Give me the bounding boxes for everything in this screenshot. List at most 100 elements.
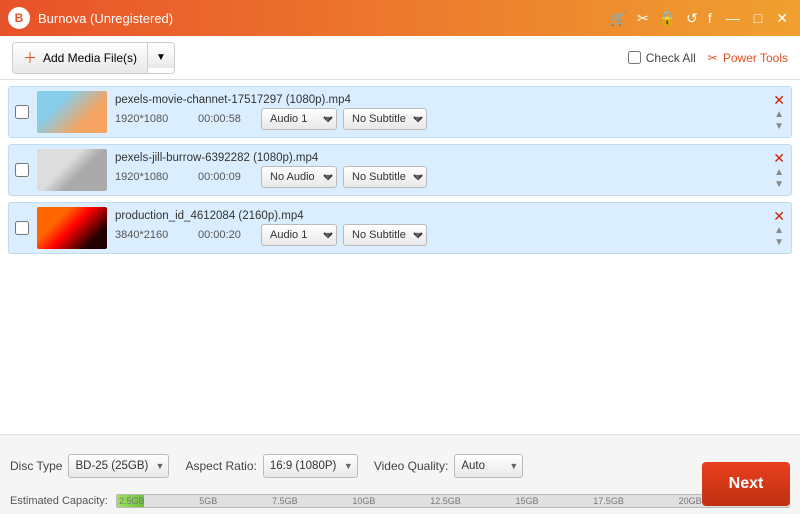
titlebar: B Burnova (Unregistered) 🛒 ✂ 🔒 ↺ f — □ ✕ — [0, 0, 800, 36]
tick-4: 12.5GB — [430, 496, 461, 506]
add-media-button[interactable]: ＋ Add Media File(s) ▼ — [12, 42, 175, 74]
audio-select-2[interactable]: No Audio Audio 1 — [261, 166, 337, 188]
file-actions-3: ✕ ▲ ▼ — [773, 209, 785, 248]
lock-icon[interactable]: 🔒 — [659, 10, 676, 27]
file-duration-3: 00:00:20 — [198, 229, 253, 241]
power-tools-icon: ✂ — [708, 51, 718, 65]
disc-type-select[interactable]: BD-25 (25GB) BD-50 (50GB) — [68, 454, 169, 478]
file-meta-1: 1920*1080 00:00:58 Audio 1 No Audio ▼ — [115, 108, 765, 130]
tick-5: 15GB — [516, 496, 539, 506]
file-thumbnail-2 — [37, 149, 107, 191]
file-name-3: production_id_4612084 (2160p).mp4 — [115, 210, 765, 222]
table-row: pexels-movie-channet-17517297 (1080p).mp… — [8, 86, 792, 138]
file-delete-1[interactable]: ✕ — [773, 93, 785, 107]
file-checkbox-1[interactable] — [15, 105, 29, 119]
subtitle-select-2[interactable]: No Subtitle — [343, 166, 427, 188]
app-logo: B — [8, 7, 30, 29]
file-delete-3[interactable]: ✕ — [773, 209, 785, 223]
file-meta-2: 1920*1080 00:00:09 No Audio Audio 1 ▼ — [115, 166, 765, 188]
tick-2: 7.5GB — [272, 496, 298, 506]
file-info-1: pexels-movie-channet-17517297 (1080p).mp… — [115, 94, 765, 130]
bottom-controls: Disc Type BD-25 (25GB) BD-50 (50GB) ▼ As… — [10, 441, 790, 490]
facebook-icon[interactable]: f — [708, 10, 712, 26]
audio-select-3[interactable]: Audio 1 No Audio — [261, 224, 337, 246]
add-icon: ＋ — [23, 48, 37, 68]
toolbar: ＋ Add Media File(s) ▼ Check All ✂ Power … — [0, 36, 800, 80]
tick-1: 5GB — [199, 496, 217, 506]
file-up-2[interactable]: ▲ — [774, 167, 784, 178]
file-checkbox-3[interactable] — [15, 221, 29, 235]
add-media-main[interactable]: ＋ Add Media File(s) — [13, 43, 148, 73]
check-all-checkbox[interactable] — [628, 51, 641, 64]
file-thumbnail-1 — [37, 91, 107, 133]
file-delete-2[interactable]: ✕ — [773, 151, 785, 165]
file-name-1: pexels-movie-channet-17517297 (1080p).mp… — [115, 94, 765, 106]
disc-type-label: Disc Type — [10, 459, 62, 473]
window-controls: — □ ✕ — [722, 10, 792, 27]
file-actions-2: ✕ ▲ ▼ — [773, 151, 785, 190]
subtitle-select-1[interactable]: No Subtitle — [343, 108, 427, 130]
table-row: production_id_4612084 (2160p).mp4 3840*2… — [8, 202, 792, 254]
capacity-bar: 2.5GB 5GB 7.5GB 10GB 12.5GB 15GB 17.5GB … — [116, 494, 790, 508]
next-button[interactable]: Next — [702, 462, 790, 506]
file-down-3[interactable]: ▼ — [774, 237, 784, 248]
aspect-ratio-select[interactable]: 16:9 (1080P) 4:3 — [263, 454, 358, 478]
add-media-dropdown-arrow[interactable]: ▼ — [148, 47, 174, 68]
audio-select-1[interactable]: Audio 1 No Audio — [261, 108, 337, 130]
subtitle-select-3[interactable]: No Subtitle — [343, 224, 427, 246]
file-checkbox-2[interactable] — [15, 163, 29, 177]
tick-6: 17.5GB — [593, 496, 624, 506]
scissors-icon[interactable]: ✂ — [637, 10, 649, 27]
file-meta-3: 3840*2160 00:00:20 Audio 1 No Audio ▼ — [115, 224, 765, 246]
check-all-wrap: Check All — [628, 51, 696, 65]
file-info-2: pexels-jill-burrow-6392282 (1080p).mp4 1… — [115, 152, 765, 188]
table-row: pexels-jill-burrow-6392282 (1080p).mp4 1… — [8, 144, 792, 196]
disc-type-field: Disc Type BD-25 (25GB) BD-50 (50GB) ▼ — [10, 454, 169, 478]
power-tools-label: Power Tools — [723, 51, 788, 65]
app-title: Burnova (Unregistered) — [38, 11, 610, 26]
capacity-ticks: 2.5GB 5GB 7.5GB 10GB 12.5GB 15GB 17.5GB … — [117, 495, 789, 507]
refresh-icon[interactable]: ↺ — [686, 10, 698, 27]
cart-icon[interactable]: 🛒 — [610, 10, 627, 27]
video-quality-label: Video Quality: — [374, 459, 449, 473]
bottom-bar: Disc Type BD-25 (25GB) BD-50 (50GB) ▼ As… — [0, 434, 800, 514]
file-arrows-1: ▲ ▼ — [774, 109, 784, 132]
file-actions-1: ✕ ▲ ▼ — [773, 93, 785, 132]
file-down-1[interactable]: ▼ — [774, 121, 784, 132]
file-up-3[interactable]: ▲ — [774, 225, 784, 236]
tick-0: 2.5GB — [119, 496, 145, 506]
aspect-ratio-field: Aspect Ratio: 16:9 (1080P) 4:3 ▼ — [185, 454, 357, 478]
file-selects-2: No Audio Audio 1 ▼ No Subtitle ▼ — [261, 166, 427, 188]
file-selects-1: Audio 1 No Audio ▼ No Subtitle ▼ — [261, 108, 427, 130]
file-arrows-2: ▲ ▼ — [774, 167, 784, 190]
add-media-label: Add Media File(s) — [43, 51, 137, 65]
file-up-1[interactable]: ▲ — [774, 109, 784, 120]
tick-3: 10GB — [352, 496, 375, 506]
video-quality-select[interactable]: Auto High Medium — [454, 454, 523, 478]
file-duration-1: 00:00:58 — [198, 113, 253, 125]
main-area: pexels-movie-channet-17517297 (1080p).mp… — [0, 80, 800, 434]
capacity-row: Estimated Capacity: 2.5GB 5GB 7.5GB 10GB… — [10, 494, 790, 508]
file-list: pexels-movie-channet-17517297 (1080p).mp… — [0, 80, 800, 434]
file-duration-2: 00:00:09 — [198, 171, 253, 183]
file-resolution-1: 1920*1080 — [115, 113, 190, 125]
close-button[interactable]: ✕ — [772, 10, 792, 27]
capacity-label: Estimated Capacity: — [10, 495, 110, 507]
file-thumbnail-3 — [37, 207, 107, 249]
power-tools-button[interactable]: ✂ Power Tools — [708, 51, 788, 65]
title-icons: 🛒 ✂ 🔒 ↺ f — [610, 10, 712, 27]
minimize-button[interactable]: — — [722, 10, 744, 27]
aspect-ratio-label: Aspect Ratio: — [185, 459, 256, 473]
toolbar-right: Check All ✂ Power Tools — [628, 51, 788, 65]
file-resolution-3: 3840*2160 — [115, 229, 190, 241]
maximize-button[interactable]: □ — [750, 10, 766, 27]
file-resolution-2: 1920*1080 — [115, 171, 190, 183]
video-quality-field: Video Quality: Auto High Medium ▼ — [374, 454, 524, 478]
file-arrows-3: ▲ ▼ — [774, 225, 784, 248]
check-all-label: Check All — [646, 51, 696, 65]
file-down-2[interactable]: ▼ — [774, 179, 784, 190]
file-name-2: pexels-jill-burrow-6392282 (1080p).mp4 — [115, 152, 765, 164]
file-selects-3: Audio 1 No Audio ▼ No Subtitle ▼ — [261, 224, 427, 246]
file-info-3: production_id_4612084 (2160p).mp4 3840*2… — [115, 210, 765, 246]
tick-7: 20GB — [679, 496, 702, 506]
